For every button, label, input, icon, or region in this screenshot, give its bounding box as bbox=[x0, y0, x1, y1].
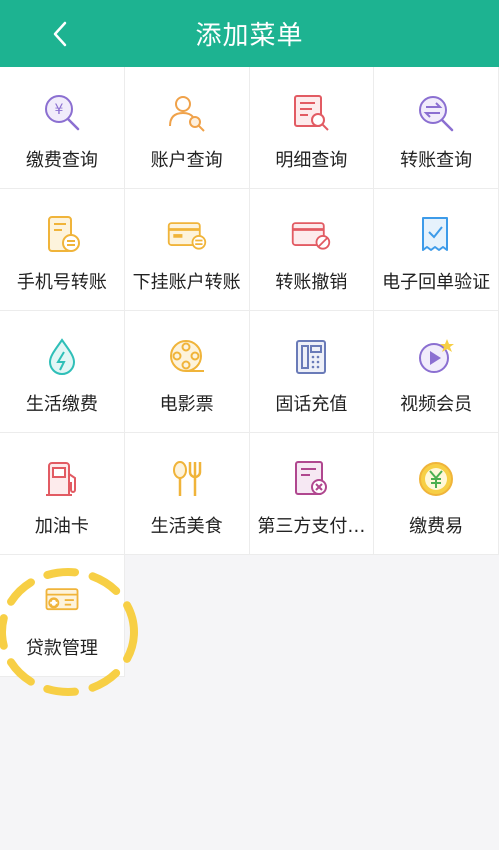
page-title: 添加菜单 bbox=[195, 21, 304, 51]
cutlery-icon bbox=[166, 458, 208, 500]
menu-item-loan-management[interactable]: 贷款管理 bbox=[0, 555, 125, 677]
header-bar: 添加菜单 bbox=[0, 0, 499, 67]
document-search-icon bbox=[290, 92, 332, 134]
menu-item-label: 缴费易 bbox=[409, 516, 464, 537]
menu-item-detail-query[interactable]: 明细查询 bbox=[249, 67, 375, 189]
menu-item-linked-account-transfer[interactable]: 下挂账户转账 bbox=[124, 189, 250, 311]
fuel-pump-icon bbox=[41, 458, 83, 500]
film-reel-icon bbox=[166, 336, 208, 378]
menu-item-label: 第三方支付… bbox=[257, 516, 366, 537]
card-transfer-icon bbox=[166, 214, 208, 256]
menu-item-payment-query[interactable]: ¥ 缴费查询 bbox=[0, 67, 125, 189]
menu-item-label: 生活缴费 bbox=[25, 394, 98, 415]
menu-item-transfer-query[interactable]: 转账查询 bbox=[374, 67, 499, 189]
menu-item-fuel-card[interactable]: 加油卡 bbox=[0, 433, 125, 555]
menu-item-label: 生活美食 bbox=[150, 516, 223, 537]
phone-transfer-icon bbox=[41, 214, 83, 256]
menu-item-landline-topup[interactable]: 固话充值 bbox=[249, 311, 375, 433]
water-drop-icon bbox=[41, 336, 83, 378]
transfer-search-icon bbox=[415, 92, 457, 134]
menu-item-label: 缴费查询 bbox=[25, 150, 98, 171]
menu-item-label: 电影票 bbox=[159, 394, 214, 415]
menu-item-label: 电子回单验证 bbox=[382, 272, 491, 293]
menu-item-label: 手机号转账 bbox=[16, 272, 107, 293]
card-cancel-icon bbox=[290, 214, 332, 256]
menu-item-label: 明细查询 bbox=[275, 150, 348, 171]
yuan-search-icon: ¥ bbox=[41, 92, 83, 134]
third-party-pay-icon bbox=[290, 458, 332, 500]
menu-item-e-receipt-verify[interactable]: 电子回单验证 bbox=[374, 189, 499, 311]
menu-item-account-query[interactable]: 账户查询 bbox=[124, 67, 250, 189]
menu-item-utility-payment[interactable]: 生活缴费 bbox=[0, 311, 125, 433]
menu-grid: ¥ 缴费查询 账户查询 明细查询 转账查询 手机号转账 下挂账户转账 转账撤销 … bbox=[0, 67, 499, 677]
receipt-check-icon bbox=[415, 214, 457, 256]
menu-item-third-party-pay[interactable]: 第三方支付… bbox=[249, 433, 375, 555]
menu-item-easy-pay[interactable]: 缴费易 bbox=[374, 433, 499, 555]
menu-item-movie-ticket[interactable]: 电影票 bbox=[124, 311, 250, 433]
menu-item-label: 固话充值 bbox=[275, 394, 348, 415]
menu-item-label: 下挂账户转账 bbox=[132, 272, 241, 293]
menu-item-label: 账户查询 bbox=[150, 150, 223, 171]
menu-item-label: 转账撤销 bbox=[275, 272, 348, 293]
landline-phone-icon bbox=[290, 336, 332, 378]
svg-text:¥: ¥ bbox=[54, 102, 63, 118]
menu-item-label: 贷款管理 bbox=[25, 638, 98, 659]
menu-item-phone-transfer[interactable]: 手机号转账 bbox=[0, 189, 125, 311]
menu-item-label: 加油卡 bbox=[34, 516, 89, 537]
yuan-coin-icon bbox=[415, 458, 457, 500]
user-search-icon bbox=[166, 92, 208, 134]
menu-item-label: 视频会员 bbox=[400, 394, 473, 415]
menu-item-video-membership[interactable]: 视频会员 bbox=[374, 311, 499, 433]
menu-item-transfer-cancel[interactable]: 转账撤销 bbox=[249, 189, 375, 311]
loan-card-icon bbox=[41, 580, 83, 622]
menu-item-label: 转账查询 bbox=[400, 150, 473, 171]
video-play-icon bbox=[415, 336, 457, 378]
menu-item-food[interactable]: 生活美食 bbox=[124, 433, 250, 555]
